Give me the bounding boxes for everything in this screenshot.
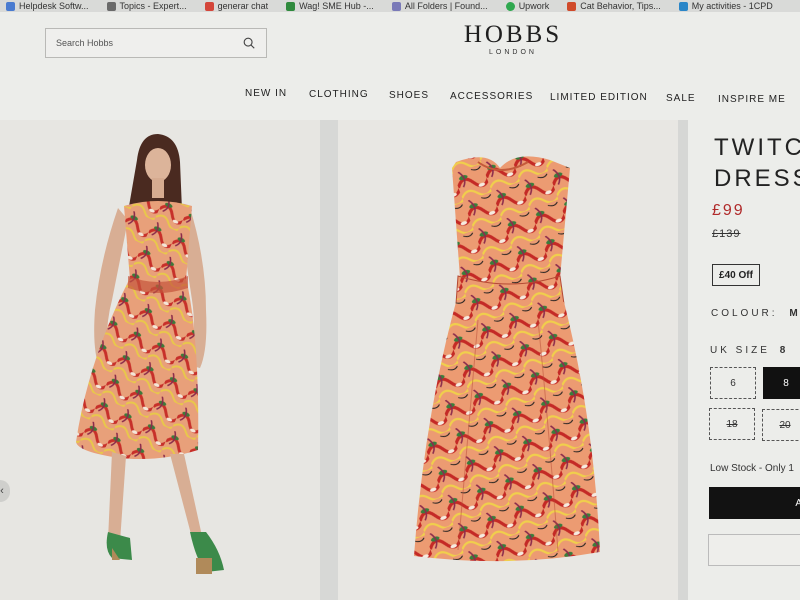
add-to-bag-button[interactable]: A bbox=[709, 487, 800, 519]
stock-status: Low Stock - Only 1 bbox=[710, 463, 794, 474]
bookmark[interactable]: Upwork bbox=[505, 1, 550, 11]
main-nav: NEW IN CLOTHING SHOES ACCESSORIES LIMITE… bbox=[0, 88, 800, 108]
size-value: 8 bbox=[779, 345, 789, 356]
colour-label: COLOUR: bbox=[711, 308, 778, 319]
brand-tagline: LONDON bbox=[489, 49, 537, 56]
bookmark-label: My activities - 1CPD bbox=[691, 1, 773, 11]
gallery-divider bbox=[678, 120, 688, 600]
product-title-line2: DRESS bbox=[714, 165, 800, 192]
size-option-label: 18 bbox=[726, 418, 738, 430]
bookmark-icon bbox=[286, 1, 296, 11]
bookmark-label: All Folders | Found... bbox=[404, 1, 488, 11]
nav-limited-edition[interactable]: LIMITED EDITION bbox=[550, 92, 648, 103]
bookmark-label: Upwork bbox=[518, 1, 550, 11]
size-option-18[interactable]: 18 bbox=[709, 408, 755, 440]
bookmark-icon bbox=[6, 1, 15, 11]
wishlist-button[interactable] bbox=[708, 534, 800, 566]
size-selector-heading: UK SIZE 8 bbox=[710, 345, 788, 356]
nav-new-in[interactable]: NEW IN bbox=[245, 88, 287, 99]
colour-value: M bbox=[789, 308, 800, 319]
bookmark-icon bbox=[505, 1, 515, 11]
bookmark-icon bbox=[391, 1, 401, 11]
size-option-label: 6 bbox=[730, 377, 736, 389]
search-icon[interactable] bbox=[242, 36, 256, 50]
nav-sale[interactable]: SALE bbox=[666, 93, 696, 104]
add-to-bag-label: A bbox=[795, 497, 800, 509]
bookmark-label: Topics - Expert... bbox=[119, 1, 187, 11]
bookmark[interactable]: Topics - Expert... bbox=[106, 1, 187, 11]
colour-selector: COLOUR: M bbox=[711, 308, 800, 319]
bookmark-icon bbox=[204, 1, 214, 11]
brand-name: HOBBS bbox=[463, 21, 563, 48]
original-price: £139 bbox=[712, 228, 741, 240]
bookmark[interactable]: All Folders | Found... bbox=[391, 1, 488, 11]
bookmark[interactable]: generar chat bbox=[204, 1, 269, 11]
nav-clothing[interactable]: CLOTHING bbox=[309, 89, 369, 100]
size-option-6[interactable]: 6 bbox=[710, 367, 756, 399]
product-image-model[interactable] bbox=[0, 120, 320, 600]
brand-logo[interactable]: HOBBS LONDON bbox=[460, 21, 566, 57]
bookmark-label: Cat Behavior, Tips... bbox=[580, 1, 661, 11]
bookmark-icon bbox=[567, 1, 577, 11]
size-option-20[interactable]: 20 bbox=[762, 409, 800, 441]
sale-price: £99 bbox=[712, 202, 745, 219]
size-option-label: 20 bbox=[779, 419, 791, 431]
product-info-panel: TWITC DRESS £99 £139 £40 Off COLOUR: M U… bbox=[688, 120, 800, 600]
model-photo bbox=[76, 134, 224, 574]
dress-photo bbox=[414, 156, 600, 562]
bookmark-label: Helpdesk Softw... bbox=[19, 1, 89, 11]
nav-shoes[interactable]: SHOES bbox=[389, 90, 429, 101]
bookmark[interactable]: Wag! SME Hub -... bbox=[286, 1, 374, 11]
discount-badge: £40 Off bbox=[712, 264, 760, 286]
size-option-8[interactable]: 8 bbox=[763, 367, 800, 399]
size-option-label: 8 bbox=[783, 377, 789, 389]
product-title: TWITC DRESS bbox=[714, 132, 800, 194]
bookmark[interactable]: Helpdesk Softw... bbox=[6, 1, 89, 11]
search-placeholder: Search Hobbs bbox=[56, 38, 114, 48]
gallery-divider bbox=[320, 120, 338, 600]
search-input[interactable]: Search Hobbs bbox=[45, 28, 267, 58]
bookmark-icon bbox=[678, 1, 688, 11]
nav-inspire-me[interactable]: INSPIRE ME bbox=[718, 94, 786, 105]
bookmark-label: generar chat bbox=[217, 1, 269, 11]
bookmark[interactable]: Cat Behavior, Tips... bbox=[567, 1, 661, 11]
site-header: Search Hobbs HOBBS LONDON NEW IN CLOTHIN… bbox=[0, 12, 800, 120]
size-label: UK SIZE bbox=[710, 345, 770, 356]
bookmark-icon bbox=[106, 1, 116, 11]
bookmark[interactable]: My activities - 1CPD bbox=[678, 1, 773, 11]
bookmarks-bar: Helpdesk Softw... Topics - Expert... gen… bbox=[0, 0, 800, 12]
bookmark-label: Wag! SME Hub -... bbox=[299, 1, 374, 11]
product-image-dress[interactable] bbox=[338, 120, 678, 600]
product-title-line1: TWITC bbox=[714, 134, 800, 161]
nav-accessories[interactable]: ACCESSORIES bbox=[450, 91, 533, 102]
